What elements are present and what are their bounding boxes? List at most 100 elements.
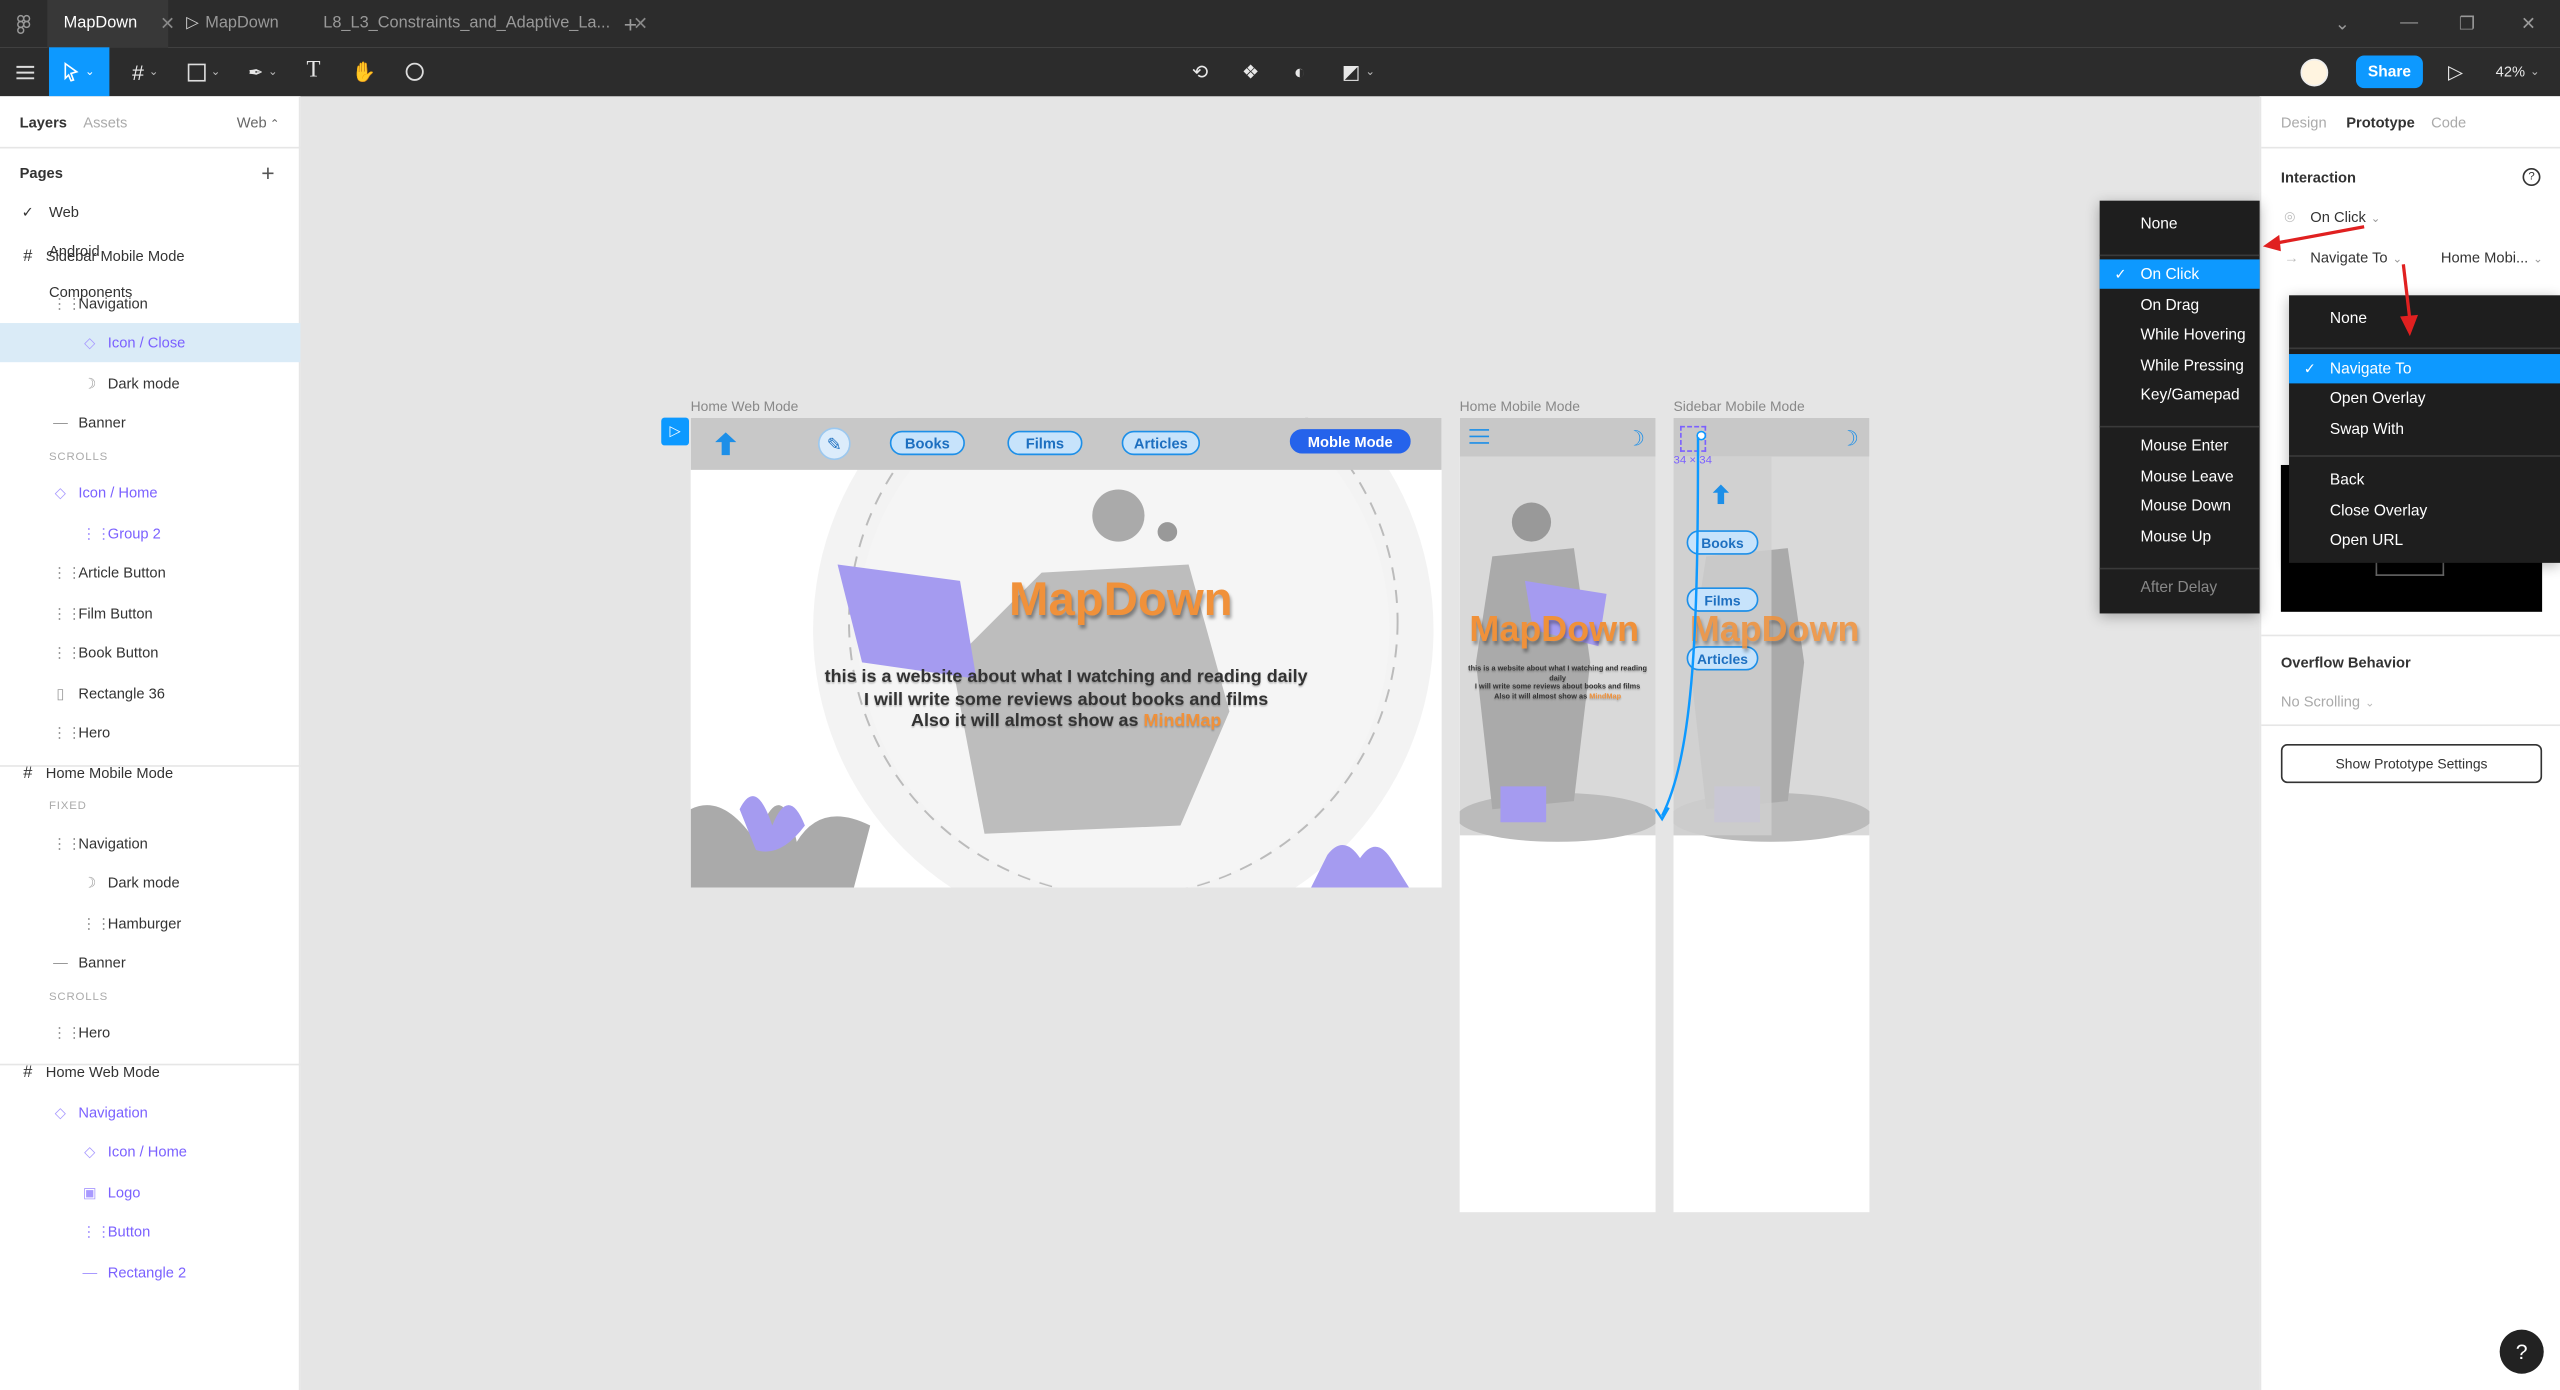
page-select[interactable]: Web ⌃ — [237, 114, 280, 130]
tab-mapdown[interactable]: MapDown ✕ — [47, 0, 175, 48]
tab-code[interactable]: Code — [2431, 114, 2466, 130]
text-tool-button[interactable]: T — [297, 47, 330, 96]
close-window-icon[interactable]: ✕ — [2521, 13, 2536, 35]
mindmap-highlight: MindMap — [1143, 711, 1222, 731]
frame-icon: # — [132, 59, 144, 85]
present-play-icon[interactable]: ▷ — [2439, 47, 2472, 96]
pen-tool-button[interactable]: ✒ ⌄ — [238, 47, 287, 96]
hand-tool-button[interactable]: ✋ — [346, 47, 382, 96]
trigger-option[interactable]: While Pressing — [2100, 351, 2260, 380]
layer-label: Navigation — [78, 835, 148, 852]
trigger-option[interactable]: Key/Gamepad — [2100, 380, 2260, 409]
trigger-option[interactable]: Mouse Up — [2100, 522, 2260, 551]
trigger-option[interactable]: Mouse Down — [2100, 491, 2260, 520]
action-option[interactable]: Open Overlay — [2289, 383, 2560, 412]
trigger-option[interactable]: Mouse Leave — [2100, 462, 2260, 491]
layer-row[interactable]: ☽ Dark mode — [0, 863, 300, 902]
layer-row[interactable]: — Rectangle 2 — [0, 1253, 300, 1292]
avatar[interactable] — [2296, 47, 2332, 96]
books-nav-button[interactable]: Books — [889, 430, 965, 456]
layer-row[interactable]: # Sidebar Mobile Mode — [0, 237, 300, 276]
main-menu-icon[interactable] — [7, 47, 43, 96]
layer-row[interactable]: ☽ Dark mode — [0, 364, 300, 403]
new-tab-icon[interactable]: + — [607, 0, 640, 47]
mask-icon[interactable]: ◐ — [1283, 47, 1316, 96]
figma-menu-icon[interactable] — [0, 0, 47, 47]
layer-row[interactable]: ▣ Logo — [0, 1173, 300, 1212]
minimize-icon[interactable]: — — [2400, 13, 2418, 33]
layer-row[interactable]: # Home Web Mode — [0, 1052, 300, 1091]
layer-row[interactable]: ⋮⋮ Navigation — [0, 824, 300, 863]
layer-row[interactable]: ⋮⋮ Button — [0, 1212, 300, 1251]
move-tool-button[interactable]: ⌄ — [48, 47, 110, 97]
tab-layers[interactable]: Layers — [20, 114, 67, 130]
tab-assets[interactable]: Assets — [83, 114, 127, 130]
share-button[interactable]: Share — [2355, 55, 2423, 89]
tab-mapdown-prototype[interactable]: ▷ MapDown — [170, 0, 301, 47]
tab-prototype[interactable]: Prototype — [2346, 114, 2415, 130]
component-swap-icon[interactable]: ⟲ — [1184, 47, 1217, 96]
add-page-icon[interactable]: + — [261, 160, 274, 186]
home-web-mode-frame[interactable]: ✎ Books Films Articles Moble Mode MapDow… — [690, 417, 1442, 888]
flow-start-play-icon[interactable]: ▷ — [661, 417, 689, 446]
help-icon[interactable]: ? — [2522, 168, 2541, 186]
chevron-down-icon[interactable]: ⌄ — [2335, 13, 2350, 35]
trigger-option[interactable]: Mouse Enter — [2100, 431, 2260, 460]
mobile-mode-button[interactable]: Moble Mode — [1289, 429, 1411, 454]
action-option[interactable]: Open URL — [2289, 525, 2560, 554]
frame-tool-button[interactable]: # ⌄ — [121, 47, 170, 96]
shape-tool-button[interactable]: ⌄ — [180, 47, 229, 96]
restore-icon[interactable]: ❐ — [2459, 13, 2475, 35]
home-icon[interactable] — [1712, 484, 1730, 505]
trigger-option[interactable]: While Hovering — [2100, 320, 2260, 349]
overflow-select[interactable]: No Scrolling ⌄ — [2281, 693, 2375, 709]
frame-label-web[interactable]: Home Web Mode — [691, 398, 799, 414]
films-nav-button[interactable]: Films — [1007, 430, 1083, 456]
frame-label-mobile[interactable]: Home Mobile Mode — [1460, 398, 1580, 414]
trigger-option[interactable]: After Delay — [2100, 573, 2260, 602]
layer-row[interactable]: ⋮⋮ Hero — [0, 713, 300, 752]
action-option[interactable]: Back — [2289, 465, 2560, 494]
action-option[interactable]: Close Overlay — [2289, 496, 2560, 525]
home-mobile-mode-frame[interactable]: ☽ MapDown this is a website about what I… — [1459, 417, 1656, 1213]
page-item[interactable]: ✓ Web — [0, 193, 300, 232]
layer-row[interactable]: ▯ Rectangle 36 — [0, 674, 300, 713]
layer-row[interactable]: # Home Mobile Mode — [0, 754, 300, 793]
dark-mode-moon-icon[interactable]: ☽ — [1626, 426, 1645, 452]
comment-tool-button[interactable] — [397, 47, 433, 96]
show-prototype-settings-button[interactable]: Show Prototype Settings — [2280, 743, 2543, 784]
layer-row[interactable]: ◇ Navigation — [0, 1093, 300, 1132]
tab-constraints-file[interactable]: L8_L3_Constraints_and_Adaptive_La... ✕ — [307, 0, 648, 47]
group-icon: ⋮⋮ — [52, 1023, 82, 1041]
layer-row[interactable]: ◇ Icon / Home — [0, 473, 300, 512]
layer-row[interactable]: ◇ Icon / Close — [0, 323, 301, 363]
articles-nav-button[interactable]: Articles — [1121, 430, 1201, 456]
layer-row[interactable]: ⋮⋮ Navigation — [0, 284, 300, 323]
layer-row[interactable]: — Banner — [0, 403, 300, 442]
action-option[interactable]: Swap With — [2289, 414, 2560, 443]
component-icon[interactable]: ❖ — [1234, 47, 1267, 96]
trigger-option[interactable]: On Drag — [2100, 290, 2260, 319]
layer-row[interactable]: — Banner — [0, 943, 300, 982]
layer-row[interactable]: ⋮⋮ Hero — [0, 1013, 300, 1052]
boolean-icon[interactable]: ◩ ⌄ — [1336, 47, 1382, 96]
home-icon[interactable] — [715, 432, 737, 456]
layer-row[interactable]: ⋮⋮ Book Button — [0, 633, 300, 672]
layer-row[interactable]: ⋮⋮ Hamburger — [0, 904, 300, 943]
trigger-option[interactable]: ✓ On Click — [2099, 259, 2260, 289]
layer-row[interactable]: ◇ Icon / Home — [0, 1132, 300, 1171]
action-option[interactable]: ✓ Navigate To — [2289, 354, 2560, 384]
dark-mode-moon-icon[interactable]: ☽ — [1840, 426, 1859, 452]
prototype-connection-arrow[interactable] — [1649, 424, 1714, 832]
logo-pen-icon[interactable]: ✎ — [817, 427, 851, 461]
zoom-level[interactable]: 42% ⌄ — [2488, 47, 2547, 96]
hamburger-icon[interactable] — [1469, 429, 1490, 444]
frame-label-sidebar[interactable]: Sidebar Mobile Mode — [1674, 398, 1805, 414]
destination-select[interactable]: Home Mobi... ⌄ — [2441, 250, 2543, 266]
trigger-option[interactable]: None — [2100, 209, 2260, 238]
layer-row[interactable]: ⋮⋮ Group 2 — [0, 514, 300, 553]
layer-row[interactable]: ⋮⋮ Article Button — [0, 553, 300, 592]
tab-design[interactable]: Design — [2281, 114, 2327, 130]
layer-row[interactable]: ⋮⋮ Film Button — [0, 594, 300, 633]
help-question-icon[interactable]: ? — [2499, 1329, 2544, 1374]
